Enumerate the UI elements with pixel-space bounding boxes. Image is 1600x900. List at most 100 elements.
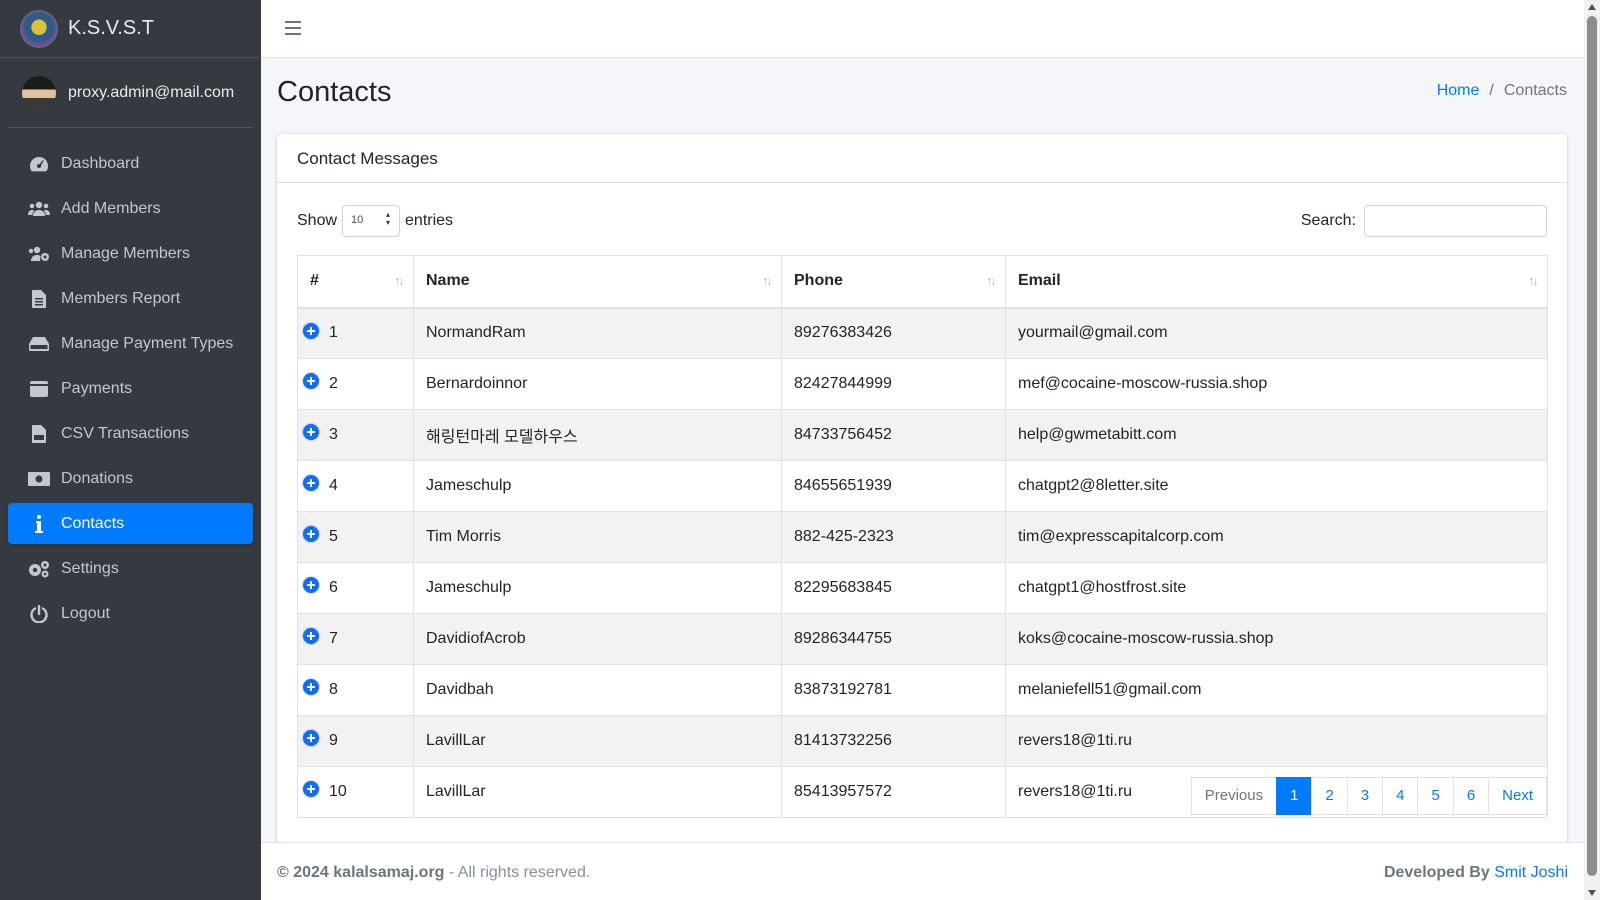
pagination: Previous 1 2 3 4 5 6 Next <box>1190 777 1547 815</box>
table-row: 3 해링턴마레 모델하우스 84733756452 help@gwmetabit… <box>297 409 1548 461</box>
expand-row-icon[interactable] <box>303 424 319 440</box>
search-input[interactable] <box>1364 205 1547 237</box>
sidebar-item-settings[interactable]: Settings <box>8 548 253 589</box>
scroll-up-icon[interactable] <box>1588 4 1596 10</box>
page-scrollbar[interactable] <box>1584 0 1600 900</box>
developer-link[interactable]: Smit Joshi <box>1494 864 1568 881</box>
row-phone-cell: 85413957572 <box>781 766 1006 818</box>
column-header-phone[interactable]: Phone ↑↓ <box>781 255 1006 309</box>
table-row: 7 DavidiofAcrob 89286344755 koks@cocaine… <box>297 613 1548 665</box>
row-email-cell: help@gwmetabitt.com <box>1005 409 1548 461</box>
sidebar-item-logout[interactable]: Logout <box>8 593 253 634</box>
column-header-name[interactable]: Name ↑↓ <box>413 255 782 309</box>
breadcrumb: Home / Contacts <box>1437 82 1567 100</box>
pagination-previous[interactable]: Previous <box>1190 777 1278 815</box>
row-name-cell: Jameschulp <box>413 460 782 512</box>
content-header: Contacts Home / Contacts <box>277 72 1567 117</box>
sidebar-item-add-members[interactable]: Add Members <box>8 188 253 229</box>
file-icon <box>28 289 50 308</box>
breadcrumb-home-link[interactable]: Home <box>1437 82 1480 100</box>
row-email-cell: koks@cocaine-moscow-russia.shop <box>1005 613 1548 665</box>
entries-select[interactable]: 10 <box>342 205 401 237</box>
expand-row-icon[interactable] <box>303 679 319 695</box>
footer: © 2024 kalalsamaj.org - All rights reser… <box>261 842 1584 900</box>
column-header-index[interactable]: # ↑↓ <box>297 255 414 309</box>
contacts-table: # ↑↓ Name ↑↓ Phone ↑↓ Email ↑↓ 1 NormandRam … <box>297 255 1548 818</box>
developed-label: Developed By <box>1383 864 1495 881</box>
sidebar-item-label: Settings <box>61 559 119 577</box>
sort-icon: ↑↓ <box>762 273 773 288</box>
row-name-cell: Davidbah <box>413 664 782 716</box>
row-phone-cell: 81413732256 <box>781 715 1006 767</box>
expand-row-icon[interactable] <box>303 730 319 746</box>
sidebar-item-manage-payment-types[interactable]: Manage Payment Types <box>8 323 253 364</box>
row-email-cell: chatgpt2@8letter.site <box>1005 460 1548 512</box>
pagination-page-1[interactable]: 1 <box>1276 777 1313 815</box>
sort-icon: ↑↓ <box>986 273 997 288</box>
card-body: Show 10 entries Search: #↑↓ Name↑↓ Phone… <box>277 183 1567 838</box>
users-icon <box>28 200 50 218</box>
show-label: Show <box>297 212 338 229</box>
breadcrumb-current: Contacts <box>1503 82 1567 99</box>
row-email-cell: tim@expresscapitalcorp.com <box>1005 511 1548 563</box>
expand-row-icon[interactable] <box>303 526 319 542</box>
expand-row-icon[interactable] <box>303 322 319 339</box>
page-title: Contacts <box>277 76 392 108</box>
scroll-down-icon[interactable] <box>1588 890 1596 896</box>
sidebar-item-donations[interactable]: Donations <box>8 458 253 499</box>
column-header-email[interactable]: Email ↑↓ <box>1005 255 1548 309</box>
row-phone-cell: 882-425-2323 <box>781 511 1006 563</box>
pagination-page-4[interactable]: 4 <box>1382 777 1419 815</box>
brand-logo <box>22 11 56 46</box>
menu-toggle-icon[interactable] <box>285 21 301 35</box>
pagination-page-3[interactable]: 3 <box>1346 777 1384 815</box>
pagination-page-2[interactable]: 2 <box>1311 777 1348 815</box>
expand-row-icon[interactable] <box>303 577 319 593</box>
tachometer-icon <box>28 155 50 173</box>
footer-credit: Developed By Smit Joshi <box>1384 864 1568 882</box>
sidebar-item-contacts[interactable]: Contacts <box>8 503 253 544</box>
user-email: proxy.admin@mail.com <box>68 83 235 101</box>
rights-text: - All rights reserved. <box>444 864 591 881</box>
sidebar-item-members-report[interactable]: Members Report <box>8 278 253 319</box>
pagination-page-6[interactable]: 6 <box>1452 777 1490 815</box>
brand-link[interactable]: K.S.V.S.T <box>0 0 261 58</box>
sidebar-item-dashboard[interactable]: Dashboard <box>8 143 253 184</box>
table-row: 8 Davidbah 83873192781 melaniefell51@gma… <box>297 664 1548 716</box>
money-bill-icon <box>28 470 50 488</box>
row-phone-cell: 82295683845 <box>781 562 1006 614</box>
sidebar-nav: Dashboard Add Members Manage Members Mem… <box>0 128 261 653</box>
hdd-icon <box>28 335 50 353</box>
row-name-cell: NormandRam <box>413 307 782 359</box>
expand-row-icon[interactable] <box>303 475 319 491</box>
expand-row-icon[interactable] <box>303 628 319 644</box>
scroll-thumb[interactable] <box>1587 16 1597 876</box>
brand-name: K.S.V.S.T <box>68 17 154 39</box>
sidebar-item-label: Payments <box>61 379 133 397</box>
entries-length-control: Show 10 entries <box>297 205 453 237</box>
row-name-cell: LavillLar <box>413 715 782 767</box>
sidebar-item-payments[interactable]: Payments <box>8 368 253 409</box>
pagination-next[interactable]: Next <box>1488 777 1547 815</box>
expand-row-icon[interactable] <box>303 781 319 797</box>
sidebar-item-manage-members[interactable]: Manage Members <box>8 233 253 274</box>
row-phone-cell: 82427844999 <box>781 358 1006 410</box>
info-icon <box>28 514 50 533</box>
row-phone-cell: 84655651939 <box>781 460 1006 512</box>
row-email-cell: mef@cocaine-moscow-russia.shop <box>1005 358 1548 410</box>
row-index-cell: 6 <box>297 562 414 614</box>
cogs-icon <box>28 560 50 578</box>
sidebar-item-csv-transactions[interactable]: CSV Transactions <box>8 413 253 454</box>
row-email-cell: melaniefell51@gmail.com <box>1005 664 1548 716</box>
user-panel[interactable]: proxy.admin@mail.com <box>8 58 253 128</box>
table-row: 6 Jameschulp 82295683845 chatgpt1@hostfr… <box>297 562 1548 614</box>
power-icon <box>28 604 50 623</box>
table-row: 5 Tim Morris 882-425-2323 tim@expresscap… <box>297 511 1548 563</box>
row-phone-cell: 84733756452 <box>781 409 1006 461</box>
expand-row-icon[interactable] <box>303 373 319 389</box>
sidebar-item-label: CSV Transactions <box>61 424 190 442</box>
row-email-cell: revers18@1ti.ru <box>1005 715 1548 767</box>
pagination-page-5[interactable]: 5 <box>1417 777 1454 815</box>
sort-icon: ↑↓ <box>394 273 405 288</box>
table-row: 4 Jameschulp 84655651939 chatgpt2@8lette… <box>297 460 1548 512</box>
